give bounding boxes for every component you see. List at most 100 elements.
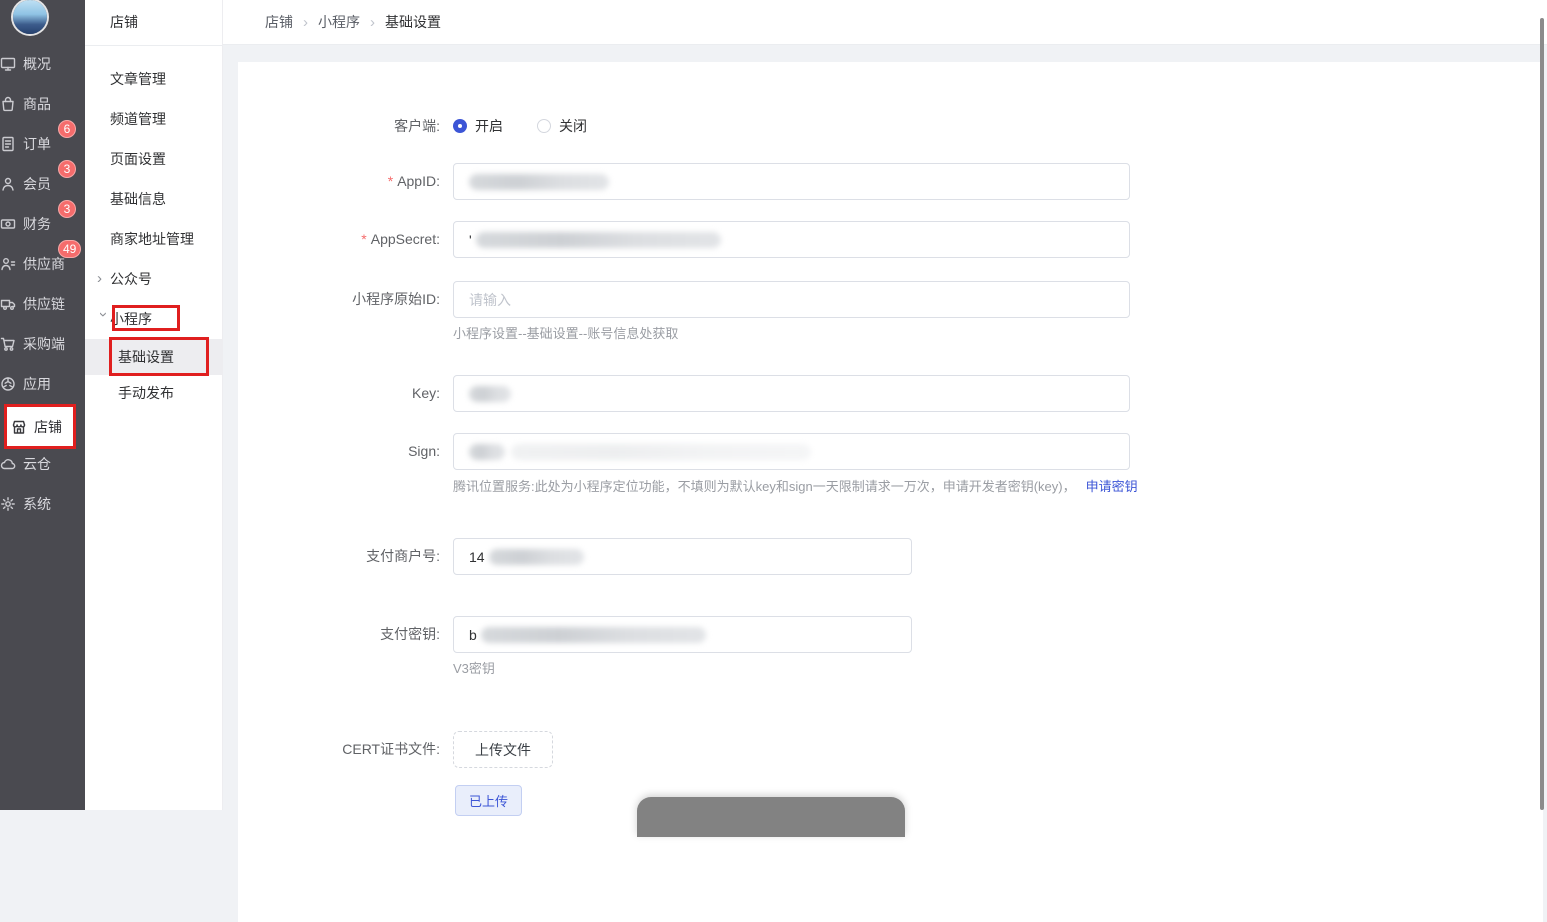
submenu-item-label: 商家地址管理 bbox=[110, 231, 194, 247]
submenu-item-label: 小程序 bbox=[110, 311, 152, 327]
sidebar-item-label: 系统 bbox=[23, 496, 51, 512]
radio-off[interactable] bbox=[537, 119, 551, 133]
value-prefix: b bbox=[469, 626, 477, 643]
breadcrumb-item[interactable]: 店铺 bbox=[265, 12, 293, 32]
sidebar-item-finance[interactable]: 财务 3 bbox=[0, 200, 85, 244]
sidebar-item-procurement[interactable]: 采购端 bbox=[0, 324, 85, 364]
sidebar-item-label: 订单 bbox=[23, 136, 51, 152]
radio-on[interactable] bbox=[453, 119, 467, 133]
merchant-id-label: 支付商户号: bbox=[366, 548, 440, 564]
settings-form-card: 客户端: 开启 关闭 * AppID: * AppSecret: ' 小程序原始ID… bbox=[238, 62, 1543, 922]
submenu-item-label: 文章管理 bbox=[110, 71, 166, 87]
chevron-right-icon: › bbox=[370, 13, 375, 31]
sidebar-item-overview[interactable]: 概况 bbox=[0, 44, 85, 84]
finance-badge: 3 bbox=[58, 200, 76, 218]
sign-label: Sign: bbox=[408, 443, 440, 459]
sidebar-item-system[interactable]: 系统 bbox=[0, 484, 85, 524]
submenu-item-label: 公众号 bbox=[110, 271, 152, 287]
sidebar-item-label: 云仓 bbox=[23, 456, 51, 472]
shop-icon bbox=[12, 420, 26, 434]
appsecret-input[interactable]: ' bbox=[453, 221, 1130, 258]
submenu-item-label: 基础信息 bbox=[110, 191, 166, 207]
scrollbar[interactable] bbox=[1540, 18, 1544, 810]
toast-popup bbox=[637, 797, 905, 837]
required-asterisk: * bbox=[387, 173, 394, 189]
submenu-item-article-management[interactable]: 文章管理 bbox=[85, 59, 222, 99]
dashboard-icon bbox=[0, 57, 16, 71]
annotation-box-shop: 店铺 bbox=[4, 404, 76, 449]
submenu-item-mini-program[interactable]: › 小程序 bbox=[85, 299, 222, 339]
submenu-item-page-settings[interactable]: 页面设置 bbox=[85, 139, 222, 179]
submenu-item-manual-release[interactable]: 手动发布 bbox=[85, 375, 222, 411]
upload-file-button[interactable]: 上传文件 bbox=[453, 731, 553, 768]
value-prefix: ' bbox=[469, 231, 472, 248]
radio-off-label[interactable]: 关闭 bbox=[559, 116, 587, 136]
original-id-help: 小程序设置--基础设置--账号信息处获取 bbox=[453, 326, 679, 341]
radio-on-label[interactable]: 开启 bbox=[475, 116, 503, 136]
apply-key-link[interactable]: 申请密钥 bbox=[1086, 479, 1138, 494]
main-area: 店铺 › 小程序 › 基础设置 客户端: 开启 关闭 * AppID: * AppS… bbox=[222, 0, 1547, 922]
avatar[interactable] bbox=[13, 0, 47, 34]
pay-secret-input[interactable]: b bbox=[453, 616, 912, 653]
cert-label: CERT证书文件: bbox=[342, 741, 440, 757]
submenu-item-channel-management[interactable]: 频道管理 bbox=[85, 99, 222, 139]
breadcrumb-bar: 店铺 › 小程序 › 基础设置 bbox=[222, 0, 1547, 45]
sidebar-item-label: 概况 bbox=[23, 56, 51, 72]
sidebar-item-goods[interactable]: 商品 bbox=[0, 84, 85, 124]
orders-icon bbox=[2, 136, 14, 152]
gear-icon bbox=[1, 497, 15, 511]
sidebar-item-supply-chain[interactable]: 供应链 bbox=[0, 284, 85, 324]
redacted-value bbox=[469, 443, 505, 460]
sidebar-item-members[interactable]: 会员 3 bbox=[0, 160, 85, 204]
submenu-item-merchant-address[interactable]: 商家地址管理 bbox=[85, 219, 222, 259]
supplier-icon bbox=[1, 258, 16, 271]
required-asterisk: * bbox=[361, 231, 367, 247]
redacted-value bbox=[511, 443, 811, 460]
sidebar-item-cloud-warehouse[interactable]: 云仓 bbox=[0, 444, 85, 484]
chevron-right-icon: › bbox=[303, 13, 308, 31]
sidebar-item-orders[interactable]: 订单 6 bbox=[0, 120, 85, 164]
appsecret-label: * AppSecret: bbox=[361, 231, 440, 247]
sidebar-item-label: 商品 bbox=[23, 96, 51, 112]
procurement-icon bbox=[0, 337, 15, 351]
sidebar-item-shop[interactable]: 店铺 bbox=[0, 404, 85, 449]
submenu-item-label: 手动发布 bbox=[118, 385, 174, 401]
key-input[interactable] bbox=[453, 375, 1130, 412]
original-id-label: 小程序原始ID: bbox=[352, 291, 440, 307]
sidebar-item-label: 供应链 bbox=[23, 296, 65, 312]
goods-icon bbox=[2, 96, 14, 112]
submenu-item-official-account[interactable]: › 公众号 bbox=[85, 259, 222, 299]
submenu-title: 店铺 bbox=[85, 0, 222, 46]
submenu-item-label: 基础设置 bbox=[118, 349, 174, 365]
sidebar-item-label: 店铺 bbox=[34, 418, 62, 435]
chevron-down-icon: › bbox=[95, 312, 112, 317]
appid-label: * AppID: bbox=[387, 173, 440, 189]
value-prefix: 14 bbox=[469, 548, 485, 565]
submenu-item-label: 频道管理 bbox=[110, 111, 166, 127]
sidebar-item-label: 供应商 bbox=[23, 256, 65, 272]
pay-secret-help: V3密钥 bbox=[453, 661, 495, 676]
original-id-input[interactable] bbox=[453, 281, 1130, 318]
members-badge: 3 bbox=[58, 160, 76, 178]
submenu-item-basic-info[interactable]: 基础信息 bbox=[85, 179, 222, 219]
breadcrumb-item[interactable]: 小程序 bbox=[318, 12, 360, 32]
merchant-id-input[interactable]: 14 bbox=[453, 538, 912, 575]
sidebar-item-label: 会员 bbox=[23, 176, 51, 192]
appid-input[interactable] bbox=[453, 163, 1130, 200]
finance-icon bbox=[0, 219, 16, 229]
redacted-value bbox=[480, 626, 706, 643]
sidebar-item-supplier[interactable]: 供应商 49 bbox=[0, 240, 85, 284]
client-label: 客户端: bbox=[394, 118, 440, 134]
sidebar-item-apps[interactable]: 应用 bbox=[0, 364, 85, 404]
supply-chain-icon bbox=[0, 299, 16, 310]
client-radio-group: 开启 关闭 bbox=[453, 115, 621, 137]
submenu-item-basic-settings[interactable]: 基础设置 bbox=[85, 339, 222, 375]
cloud-icon bbox=[0, 459, 16, 470]
chevron-right-icon: › bbox=[97, 270, 102, 287]
submenu-item-label: 页面设置 bbox=[110, 151, 166, 167]
redacted-value bbox=[469, 385, 511, 402]
orders-badge: 6 bbox=[58, 120, 76, 138]
redacted-value bbox=[475, 231, 721, 248]
sign-input[interactable] bbox=[453, 433, 1130, 470]
sidebar-item-label: 财务 bbox=[23, 216, 51, 232]
